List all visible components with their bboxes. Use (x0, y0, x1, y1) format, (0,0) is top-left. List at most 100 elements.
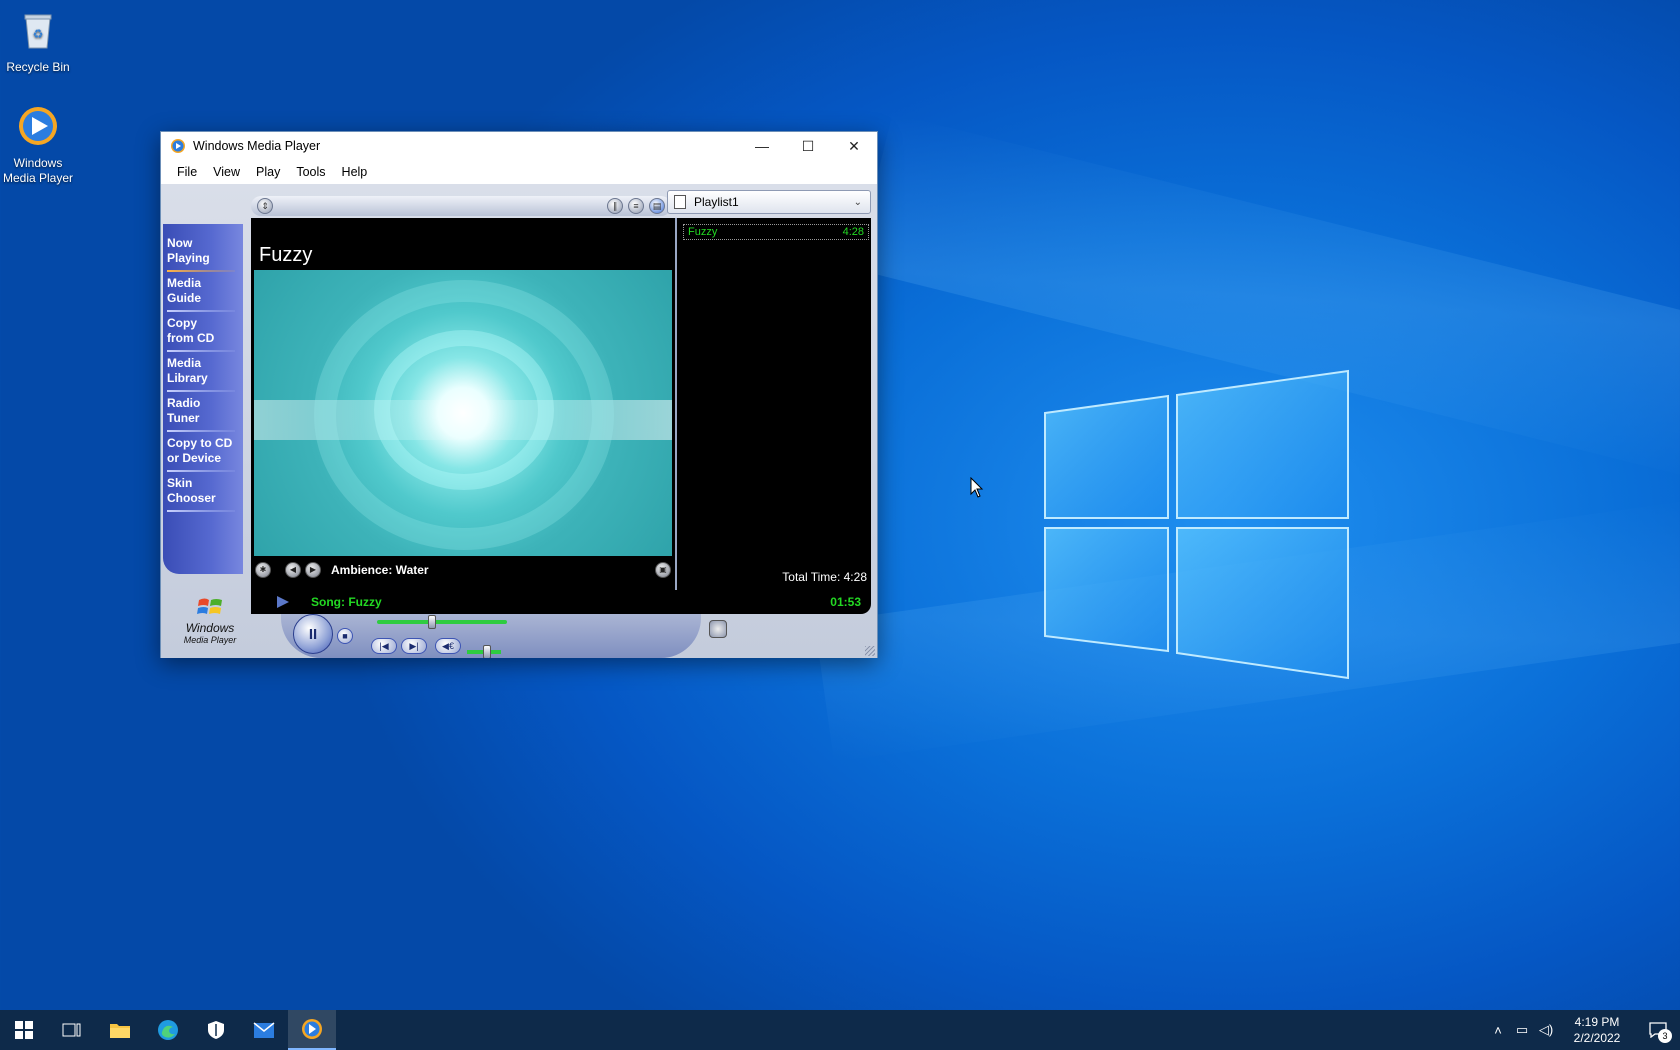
chevron-down-icon: ⌄ (853, 196, 862, 208)
menu-play[interactable]: Play (248, 165, 288, 179)
player-skin: ⇕ ∥ ≡ ▤ Now Playing Media Guide Copy fro… (161, 184, 877, 658)
taskbar-item-label: Playing (167, 251, 210, 265)
notification-badge: 3 (1658, 1029, 1672, 1043)
pause-button[interactable]: II (293, 614, 333, 654)
taskbar-item-label: Guide (167, 291, 202, 305)
playlist-item-title: Fuzzy (688, 226, 718, 238)
next-visualization-button[interactable]: ▶ (305, 562, 321, 578)
clock[interactable]: 4:19 PM 2/2/2022 (1558, 1014, 1636, 1046)
next-button[interactable]: ▶| (401, 638, 427, 654)
taskbar-item-label: or Device (167, 451, 222, 465)
clock-date: 2/2/2022 (1573, 1031, 1621, 1045)
volume-thumb[interactable] (483, 645, 492, 658)
taskbar-item-label: Library (167, 371, 208, 385)
previous-button[interactable]: |◀ (371, 638, 397, 654)
taskbar-item-radio-tuner[interactable]: Radio Tuner (167, 396, 241, 432)
playlist-name: Playlist1 (694, 195, 739, 209)
taskbar-item-label: Copy (167, 316, 197, 330)
taskbar-item-label: Copy to CD (167, 436, 233, 450)
security-button[interactable] (192, 1010, 240, 1050)
playlist-icon (674, 195, 686, 209)
playlist-dropdown[interactable]: Playlist1 ⌄ (667, 190, 871, 214)
media-player-icon (171, 139, 185, 153)
clock-time: 4:19 PM (1574, 1015, 1620, 1029)
system-tray: ˄ ▭ ◁) 4:19 PM 2/2/2022 3 (1486, 1010, 1680, 1050)
visualization-name: Ambience: Water (331, 563, 429, 577)
shield-icon (208, 1021, 224, 1039)
playlist-panel: Fuzzy 4:28 Total Time: 4:28 (675, 218, 871, 590)
taskbar-item-media-guide[interactable]: Media Guide (167, 276, 241, 312)
shuffle-button[interactable] (709, 620, 727, 638)
taskbar-item-label: Skin (167, 476, 193, 490)
desktop-icon-recycle-bin[interactable]: ♻ Recycle Bin (0, 8, 76, 75)
volume-icon[interactable]: ◁) (1534, 1022, 1558, 1038)
full-screen-button[interactable]: ▣ (655, 562, 671, 578)
taskbar-item-label: Media (167, 356, 202, 370)
mail-button[interactable] (240, 1010, 288, 1050)
seek-thumb[interactable] (427, 615, 436, 629)
media-player-icon (19, 107, 57, 145)
minimize-button[interactable]: — (739, 132, 785, 160)
taskbar: ˄ ▭ ◁) 4:19 PM 2/2/2022 3 (0, 1010, 1680, 1050)
title-bar[interactable]: Windows Media Player — ☐ ✕ (161, 132, 877, 160)
network-icon[interactable]: ▭ (1510, 1022, 1534, 1038)
chevron-up-icon[interactable]: ˄ (1486, 1023, 1510, 1038)
stop-button[interactable]: ■ (337, 628, 353, 644)
playlist-toggle-button[interactable]: ▤ (649, 198, 665, 214)
taskbar-item-media-library[interactable]: Media Library (167, 356, 241, 392)
desktop-icon-media-player[interactable]: Windows Media Player (0, 104, 76, 186)
taskbar-item-label: Chooser (167, 491, 216, 505)
menu-help[interactable]: Help (334, 165, 376, 179)
windows-start-icon (15, 1021, 33, 1039)
status-bar: Song: Fuzzy 01:53 (251, 590, 871, 614)
edge-icon (158, 1020, 178, 1040)
file-explorer-button[interactable] (96, 1010, 144, 1050)
taskbar-item-skin-chooser[interactable]: Skin Chooser (167, 476, 241, 512)
hide-taskbar-button[interactable]: ⇕ (257, 198, 273, 214)
media-player-taskbar-button[interactable] (288, 1010, 336, 1050)
taskbar-item-copy-to-device[interactable]: Copy to CD or Device (167, 436, 241, 472)
window-title: Windows Media Player (193, 139, 321, 153)
previous-visualization-button[interactable]: ◀ (285, 562, 301, 578)
minimize-icon: — (755, 138, 769, 154)
playlist-item-duration: 4:28 (842, 226, 864, 238)
close-icon: ✕ (848, 137, 860, 154)
mouse-cursor-icon (970, 477, 984, 498)
playlist-total-time: Total Time: 4:28 (782, 570, 867, 584)
play-state-icon (277, 596, 289, 608)
windows-flag-icon (197, 598, 222, 614)
taskbar-item-label: Now (167, 236, 193, 250)
seek-bar[interactable] (377, 615, 507, 629)
task-view-button[interactable] (48, 1010, 96, 1050)
task-view-icon (62, 1023, 81, 1037)
visualization-button[interactable]: ∥ (607, 198, 623, 214)
edge-button[interactable] (144, 1010, 192, 1050)
taskbar-item-now-playing[interactable]: Now Playing (167, 236, 241, 272)
taskbar-item-copy-from-cd[interactable]: Copy from CD (167, 316, 241, 352)
maximize-icon: ☐ (801, 137, 815, 154)
equalizer-button[interactable]: ≡ (628, 198, 644, 214)
svg-text:♻: ♻ (33, 27, 44, 41)
recycle-bin-icon: ♻ (24, 14, 52, 49)
menu-bar: File View Play Tools Help (161, 160, 877, 184)
desktop-icon-label: Recycle Bin (6, 60, 70, 74)
menu-tools[interactable]: Tools (288, 165, 333, 179)
menu-view[interactable]: View (205, 165, 248, 179)
start-button[interactable] (0, 1010, 48, 1050)
mute-button[interactable]: ◀€ (435, 638, 461, 654)
menu-file[interactable]: File (169, 165, 205, 179)
close-button[interactable]: ✕ (831, 132, 877, 160)
visualization-options-button[interactable]: ✱ (255, 562, 271, 578)
media-player-icon (302, 1019, 322, 1039)
logo-text: Windows (185, 621, 235, 635)
resize-grip[interactable] (865, 646, 875, 656)
volume-slider[interactable] (467, 645, 501, 658)
taskbar-item-label: Radio (167, 396, 201, 410)
folder-icon (110, 1024, 130, 1038)
playlist-item[interactable]: Fuzzy 4:28 (683, 224, 869, 240)
maximize-button[interactable]: ☐ (785, 132, 831, 160)
taskbar-item-label: Media (167, 276, 202, 290)
notification-center-button[interactable]: 3 (1636, 1010, 1680, 1050)
taskbar-item-label: from CD (167, 331, 215, 345)
logo-text: Media Player (183, 635, 237, 645)
